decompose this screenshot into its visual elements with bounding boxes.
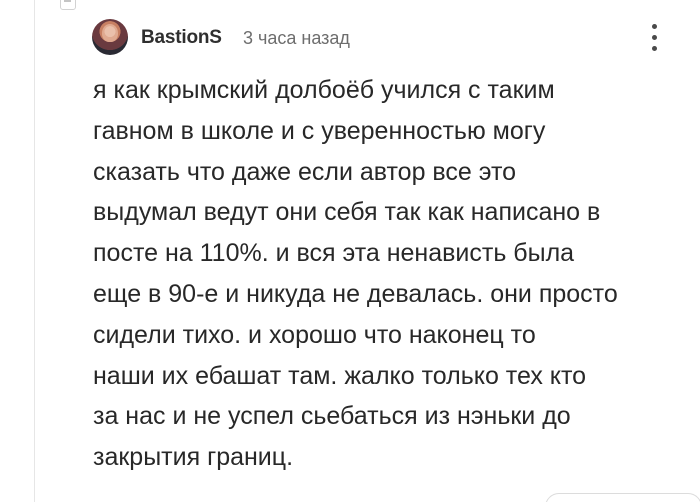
comment-text: я как крымский долбоёб учился с таким га…	[93, 76, 618, 472]
comment-timestamp[interactable]: 3 часа назад	[243, 28, 350, 49]
reply-input-box[interactable]	[545, 493, 700, 502]
vertical-dots-icon-top	[652, 24, 657, 29]
vertical-dots-icon-middle	[652, 35, 657, 40]
collapse-minus-icon[interactable]	[60, 0, 76, 10]
more-options-button[interactable]	[642, 22, 668, 56]
thread-line	[34, 0, 35, 502]
comment-screen: BastionS 3 часа назад я как крымский дол…	[0, 0, 700, 502]
avatar[interactable]	[92, 19, 128, 55]
avatar-face	[102, 24, 118, 42]
vertical-dots-icon-bottom	[652, 46, 657, 51]
comment-author[interactable]: BastionS	[141, 27, 222, 49]
